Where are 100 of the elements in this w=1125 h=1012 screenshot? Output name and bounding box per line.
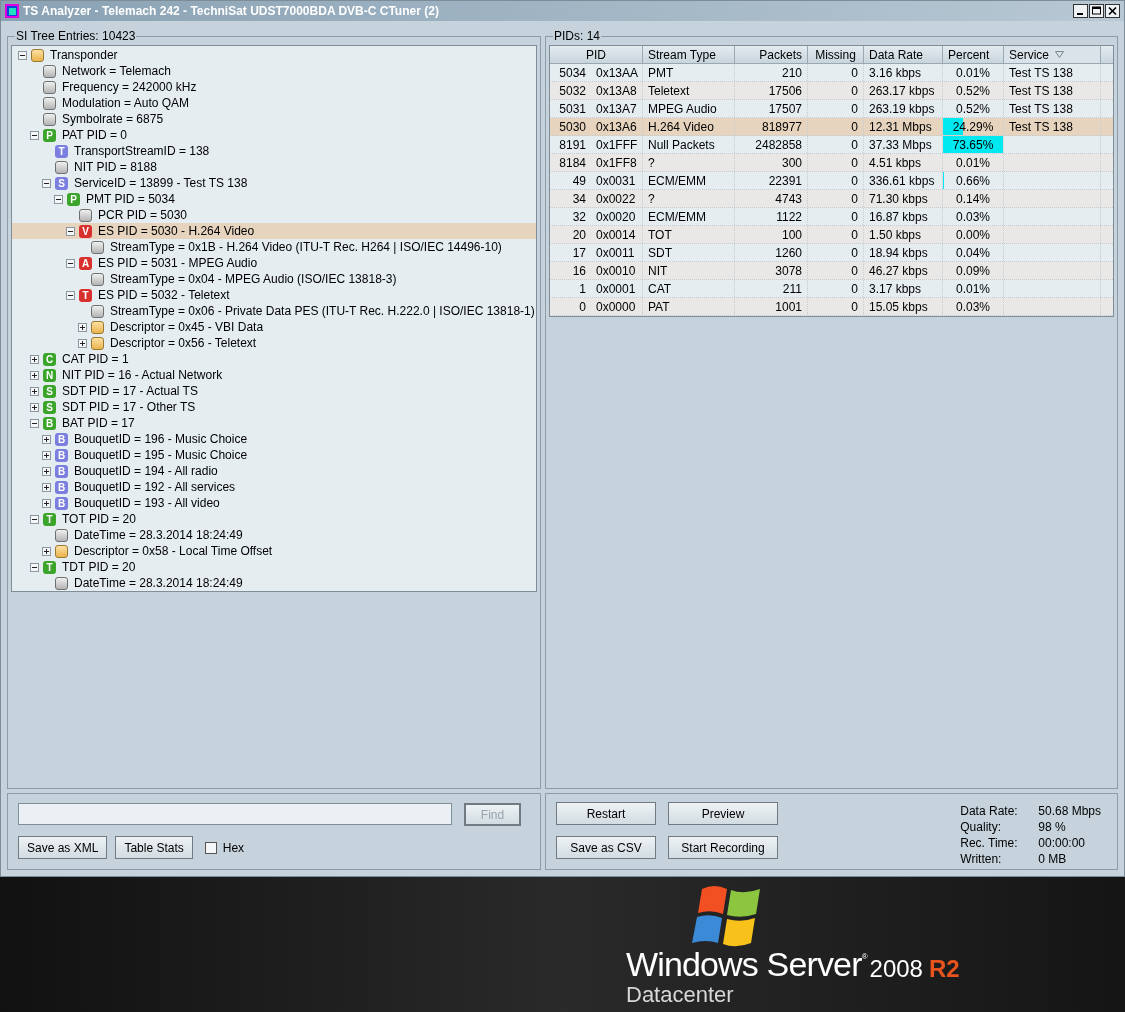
letter-badge: B bbox=[55, 448, 68, 462]
tree-item[interactable]: Modulation = Auto QAM bbox=[12, 95, 536, 111]
wallpaper-version: 2008 bbox=[869, 957, 923, 981]
tree-item[interactable]: Descriptor = 0x56 - Teletext bbox=[12, 335, 536, 351]
column-header[interactable]: Stream Type bbox=[643, 46, 735, 63]
letter-badge: T bbox=[55, 144, 68, 158]
search-field[interactable] bbox=[18, 803, 452, 825]
tree-item[interactable]: StreamType = 0x1B - H.264 Video (ITU-T Rec. H264 | ISO/IEC 14496-10) bbox=[12, 239, 536, 255]
expand-toggle-icon[interactable] bbox=[42, 434, 51, 444]
collapse-toggle-icon[interactable] bbox=[66, 226, 75, 236]
tree-item[interactable]: T ES PID = 5032 - Teletext bbox=[12, 287, 536, 303]
tree-item[interactable]: P PMT PID = 5034 bbox=[12, 191, 536, 207]
tree-item[interactable]: B BAT PID = 17 bbox=[12, 415, 536, 431]
button[interactable]: Start Recording bbox=[668, 836, 778, 859]
close-icon[interactable] bbox=[1105, 4, 1120, 18]
expand-toggle-icon[interactable] bbox=[42, 466, 51, 476]
table-row[interactable]: 17 0x0011 SDT 1260 0 18.94 kbps 0.04% bbox=[550, 244, 1113, 262]
tree-item[interactable]: P PAT PID = 0 bbox=[12, 127, 536, 143]
tree-item[interactable]: T TOT PID = 20 bbox=[12, 511, 536, 527]
collapse-toggle-icon[interactable] bbox=[30, 130, 39, 140]
tree-item[interactable]: NIT PID = 8188 bbox=[12, 159, 536, 175]
column-header[interactable]: PID bbox=[550, 46, 643, 63]
tree-item[interactable]: S SDT PID = 17 - Actual TS bbox=[12, 383, 536, 399]
table-row[interactable]: 0 0x0000 PAT 1001 0 15.05 kbps 0.03% bbox=[550, 298, 1113, 316]
stat-label: Rec. Time: bbox=[960, 835, 1019, 851]
table-row[interactable]: 8191 0x1FFF Null Packets 2482858 0 37.33 Mbps 73.65% bbox=[550, 136, 1113, 154]
tree-item[interactable]: DateTime = 28.3.2014 18:24:49 bbox=[12, 575, 536, 591]
expand-toggle-icon[interactable] bbox=[42, 482, 51, 492]
maximize-icon[interactable] bbox=[1089, 4, 1104, 18]
tree-item[interactable]: StreamType = 0x06 - Private Data PES (ITU-T Rec. H.222.0 | ISO/IEC 13818-1) bbox=[12, 303, 536, 319]
button[interactable]: Table Stats bbox=[115, 836, 193, 859]
table-row[interactable]: 16 0x0010 NIT 3078 0 46.27 kbps 0.09% bbox=[550, 262, 1113, 280]
minimize-icon[interactable] bbox=[1073, 4, 1088, 18]
tree-item[interactable]: B BouquetID = 192 - All services bbox=[12, 479, 536, 495]
expand-toggle-icon[interactable] bbox=[42, 498, 51, 508]
table-row[interactable]: 49 0x0031 ECM/EMM 22391 0 336.61 kbps 0.66% bbox=[550, 172, 1113, 190]
tree-item[interactable]: B BouquetID = 195 - Music Choice bbox=[12, 447, 536, 463]
table-cell: 16.87 kbps bbox=[864, 208, 943, 225]
tree-item[interactable]: Symbolrate = 6875 bbox=[12, 111, 536, 127]
expand-toggle-icon[interactable] bbox=[30, 402, 39, 412]
table-cell: 1001 bbox=[735, 298, 808, 315]
table-row[interactable]: 5032 0x13A8 Teletext 17506 0 263.17 kbps 0.52% Test TS 138 bbox=[550, 82, 1113, 100]
tree-item[interactable]: S SDT PID = 17 - Other TS bbox=[12, 399, 536, 415]
expand-toggle-icon[interactable] bbox=[30, 354, 39, 364]
column-header[interactable]: Data Rate bbox=[864, 46, 943, 63]
collapse-toggle-icon[interactable] bbox=[54, 194, 63, 204]
tree-item[interactable]: B BouquetID = 194 - All radio bbox=[12, 463, 536, 479]
tree-item[interactable]: T TransportStreamID = 138 bbox=[12, 143, 536, 159]
collapse-toggle-icon[interactable] bbox=[30, 562, 39, 572]
column-header[interactable]: Missing bbox=[808, 46, 864, 63]
table-cell-text: 0.01% bbox=[956, 154, 990, 172]
collapse-toggle-icon[interactable] bbox=[66, 258, 75, 268]
tree-item[interactable]: Frequency = 242000 kHz bbox=[12, 79, 536, 95]
collapse-toggle-icon[interactable] bbox=[66, 290, 75, 300]
tree-item[interactable]: V ES PID = 5030 - H.264 Video bbox=[12, 223, 536, 239]
tree-item[interactable]: S ServiceID = 13899 - Test TS 138 bbox=[12, 175, 536, 191]
tree-item[interactable]: C CAT PID = 1 bbox=[12, 351, 536, 367]
tree-item[interactable]: StreamType = 0x04 - MPEG Audio (ISO/IEC 13818-3) bbox=[12, 271, 536, 287]
button[interactable]: Save as CSV bbox=[556, 836, 656, 859]
checkbox-label: Hex bbox=[222, 839, 245, 857]
tree-item-label: Symbolrate = 6875 bbox=[61, 111, 164, 128]
table-cell: 0 bbox=[808, 100, 864, 117]
table-row[interactable]: 20 0x0014 TOT 100 0 1.50 kbps 0.00% bbox=[550, 226, 1113, 244]
tree-item[interactable]: Descriptor = 0x45 - VBI Data bbox=[12, 319, 536, 335]
expand-toggle-icon[interactable] bbox=[42, 546, 51, 556]
table-row[interactable]: 8184 0x1FF8 ? 300 0 4.51 kbps 0.01% bbox=[550, 154, 1113, 172]
expand-toggle-icon[interactable] bbox=[42, 450, 51, 460]
table-row[interactable]: 34 0x0022 ? 4743 0 71.30 kbps 0.14% bbox=[550, 190, 1113, 208]
expand-toggle-icon[interactable] bbox=[30, 386, 39, 396]
tree-item[interactable]: Transponder bbox=[12, 47, 536, 63]
table-row[interactable]: 5034 0x13AA PMT 210 0 3.16 kbps 0.01% Test TS 138 bbox=[550, 64, 1113, 82]
expand-toggle-icon[interactable] bbox=[30, 370, 39, 380]
expand-toggle-icon[interactable] bbox=[78, 322, 87, 332]
tree-item[interactable]: B BouquetID = 193 - All video bbox=[12, 495, 536, 511]
tree-item[interactable]: PCR PID = 5030 bbox=[12, 207, 536, 223]
collapse-toggle-icon[interactable] bbox=[30, 418, 39, 428]
tree-item[interactable]: Network = Telemach bbox=[12, 63, 536, 79]
table-cell-text: 0.52% bbox=[956, 100, 990, 118]
tree-item[interactable]: A ES PID = 5031 - MPEG Audio bbox=[12, 255, 536, 271]
collapse-toggle-icon[interactable] bbox=[18, 50, 27, 60]
tree-item[interactable]: DateTime = 28.3.2014 18:24:49 bbox=[12, 527, 536, 543]
tree-item[interactable]: B BouquetID = 196 - Music Choice bbox=[12, 431, 536, 447]
tree-item[interactable]: T TDT PID = 20 bbox=[12, 559, 536, 575]
wallpaper-tag: R2 bbox=[928, 957, 960, 981]
expand-toggle-icon[interactable] bbox=[78, 338, 87, 348]
column-header[interactable]: Service bbox=[1004, 46, 1101, 63]
checkbox[interactable] bbox=[204, 841, 217, 854]
collapse-toggle-icon[interactable] bbox=[42, 178, 51, 188]
collapse-toggle-icon[interactable] bbox=[30, 514, 39, 524]
button[interactable]: Save as XML bbox=[18, 836, 108, 859]
table-row[interactable]: 32 0x0020 ECM/EMM 1122 0 16.87 kbps 0.03% bbox=[550, 208, 1113, 226]
button[interactable]: Restart bbox=[556, 802, 656, 825]
column-header[interactable]: Packets bbox=[735, 46, 808, 63]
wallpaper-mark: ® bbox=[861, 953, 868, 961]
tree-item[interactable]: Descriptor = 0x58 - Local Time Offset bbox=[12, 543, 536, 559]
button[interactable]: Preview bbox=[668, 802, 778, 825]
table-row[interactable]: 5031 0x13A7 MPEG Audio 17507 0 263.19 kbps 0.52% Test TS 138 bbox=[550, 100, 1113, 118]
tree-item[interactable]: N NIT PID = 16 - Actual Network bbox=[12, 367, 536, 383]
table-cell-text: 0.14% bbox=[956, 190, 990, 208]
table-row[interactable]: 1 0x0001 CAT 211 0 3.17 kbps 0.01% bbox=[550, 280, 1113, 298]
